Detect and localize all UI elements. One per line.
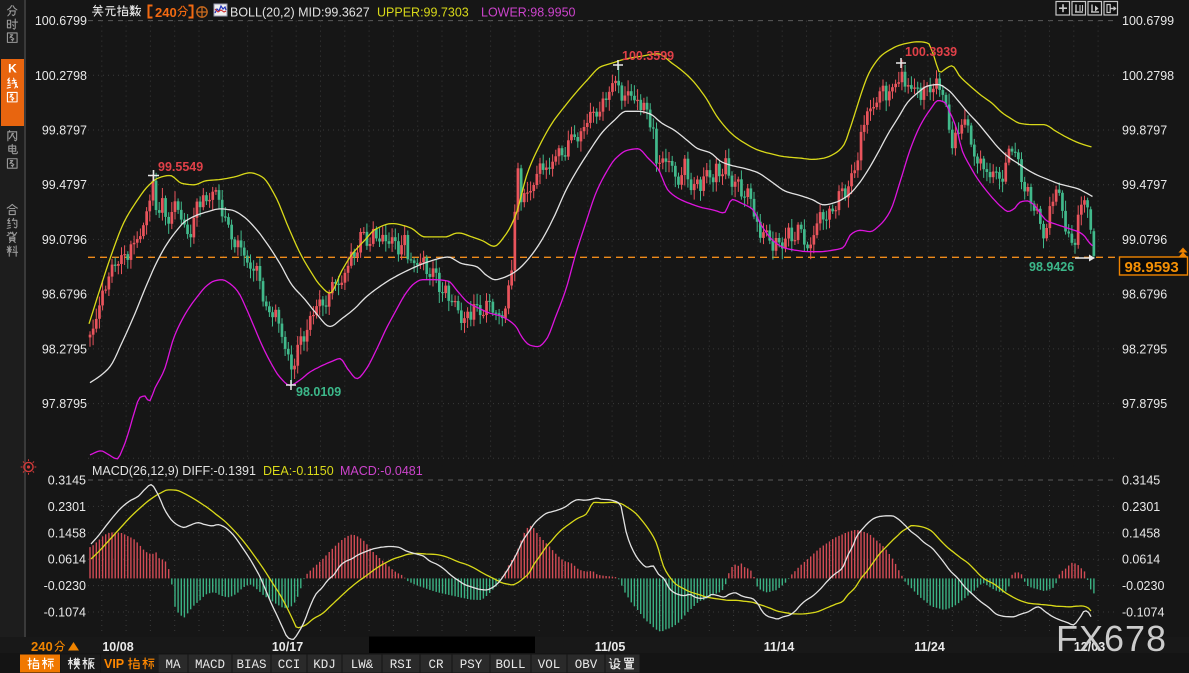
svg-text:98.2795: 98.2795 (1122, 342, 1167, 356)
svg-text:98.6796: 98.6796 (1122, 288, 1167, 302)
svg-text:KDJ: KDJ (313, 658, 336, 672)
svg-text:-0.0230: -0.0230 (1122, 579, 1164, 593)
svg-text:MACD: MACD (195, 658, 225, 672)
svg-text:0.3145: 0.3145 (1122, 474, 1160, 488)
svg-text:OBV: OBV (575, 658, 598, 672)
svg-text:BIAS: BIAS (236, 658, 266, 672)
svg-text:-0.0230: -0.0230 (44, 579, 86, 593)
svg-text:11/24: 11/24 (914, 640, 945, 654)
svg-text:240: 240 (31, 639, 53, 654)
svg-text:100.3599: 100.3599 (622, 49, 674, 63)
svg-text:10/08: 10/08 (102, 640, 133, 654)
svg-text:100.2798: 100.2798 (1122, 69, 1174, 83)
svg-text:UPPER:99.7303: UPPER:99.7303 (377, 6, 469, 20)
svg-text:11/05: 11/05 (595, 640, 626, 654)
svg-text:98.6796: 98.6796 (42, 288, 87, 302)
svg-text:99.4797: 99.4797 (42, 178, 87, 192)
svg-text:PSY: PSY (460, 658, 483, 672)
svg-text:MA: MA (165, 658, 181, 672)
svg-text:MACD(26,12,9) DIFF:-0.1391: MACD(26,12,9) DIFF:-0.1391 (92, 464, 256, 478)
svg-text:0.2301: 0.2301 (1122, 500, 1160, 514)
svg-text:0.3145: 0.3145 (48, 474, 86, 488)
svg-text:K: K (8, 62, 17, 76)
svg-text:98.9426: 98.9426 (1029, 260, 1074, 274)
svg-text:VIP: VIP (104, 657, 124, 671)
svg-text:CR: CR (428, 658, 444, 672)
svg-text:97.8795: 97.8795 (42, 397, 87, 411)
svg-text:BOLL: BOLL (495, 658, 525, 672)
svg-text:0.1458: 0.1458 (1122, 526, 1160, 540)
svg-text:100.3939: 100.3939 (905, 45, 957, 59)
svg-text:99.5549: 99.5549 (158, 160, 203, 174)
svg-text:0.1458: 0.1458 (48, 526, 86, 540)
svg-text:99.8797: 99.8797 (42, 124, 87, 138)
svg-text:99.0796: 99.0796 (42, 233, 87, 247)
svg-text:DEA:-0.1150: DEA:-0.1150 (263, 464, 334, 478)
svg-text:FX678: FX678 (1056, 618, 1167, 659)
svg-text:100.2798: 100.2798 (35, 69, 87, 83)
svg-text:LOWER:98.9950: LOWER:98.9950 (481, 6, 576, 20)
svg-text:CCI: CCI (278, 658, 301, 672)
svg-text:RSI: RSI (390, 658, 413, 672)
svg-text:98.9593: 98.9593 (1125, 259, 1179, 276)
svg-text:BOLL(20,2) MID:99.3627: BOLL(20,2) MID:99.3627 (230, 6, 370, 20)
svg-text:100.6799: 100.6799 (35, 14, 87, 28)
svg-text:97.8795: 97.8795 (1122, 397, 1167, 411)
svg-text:100.6799: 100.6799 (1122, 14, 1174, 28)
svg-text:VOL: VOL (538, 658, 561, 672)
svg-text:98.2795: 98.2795 (42, 342, 87, 356)
svg-text:99.8797: 99.8797 (1122, 124, 1167, 138)
svg-text:0.0614: 0.0614 (1122, 553, 1160, 567)
svg-text:98.0109: 98.0109 (296, 385, 341, 399)
svg-text:99.4797: 99.4797 (1122, 178, 1167, 192)
svg-text:LW&: LW& (351, 658, 374, 672)
svg-text:240: 240 (155, 5, 177, 20)
svg-text:-0.1074: -0.1074 (44, 606, 86, 620)
svg-text:0.2301: 0.2301 (48, 500, 86, 514)
svg-text:MACD:-0.0481: MACD:-0.0481 (340, 464, 423, 478)
svg-text:11/14: 11/14 (764, 640, 795, 654)
svg-text:10/17: 10/17 (272, 640, 303, 654)
svg-text:99.0796: 99.0796 (1122, 233, 1167, 247)
svg-text:0.0614: 0.0614 (48, 553, 86, 567)
